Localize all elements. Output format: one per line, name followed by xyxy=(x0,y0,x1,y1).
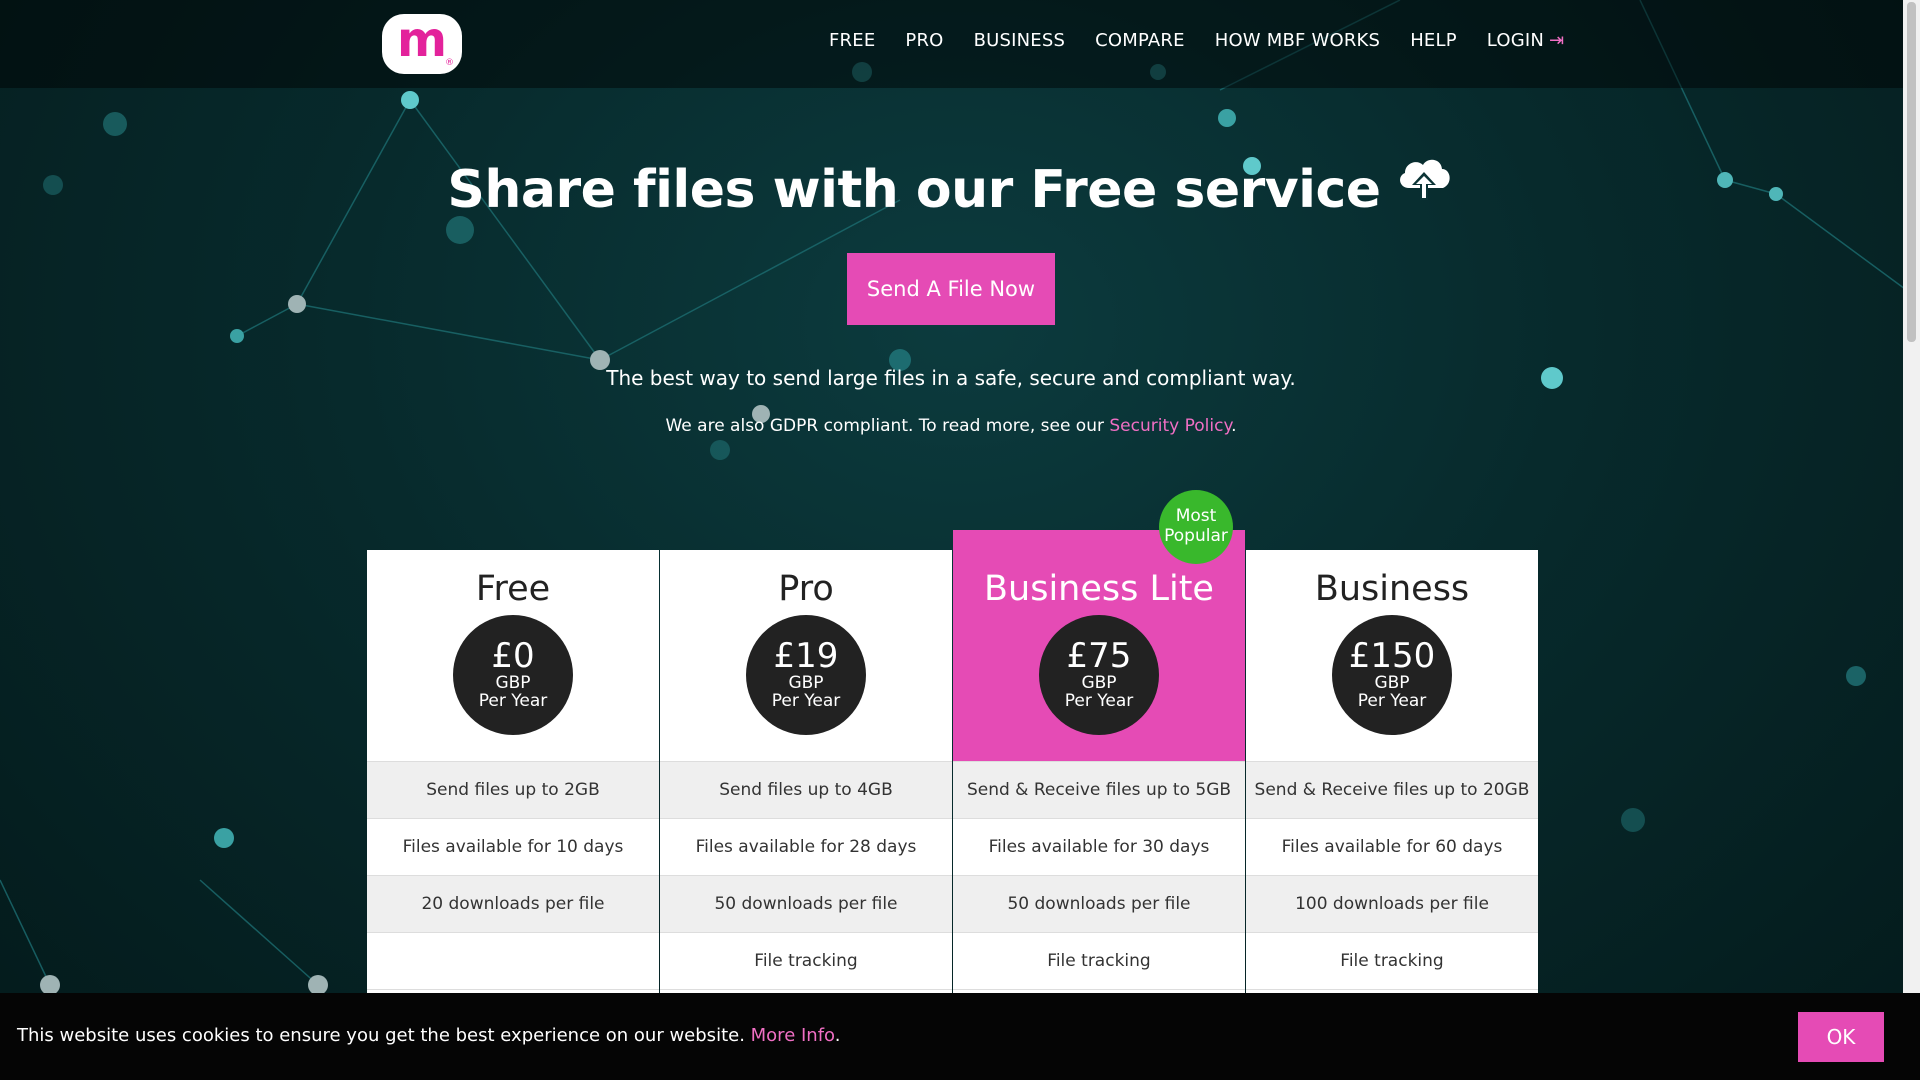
plan-period: Per Year xyxy=(1357,690,1427,711)
plan-feature: File tracking xyxy=(1246,933,1538,990)
plan-price: £75 xyxy=(1066,636,1132,677)
plan-feature: 50 downloads per file xyxy=(953,876,1245,933)
scrollbar-thumb[interactable] xyxy=(1907,2,1916,342)
login-label: LOGIN xyxy=(1486,30,1545,51)
price-circle: £150 GBP Per Year xyxy=(1332,615,1452,735)
pricing-table: Most Popular Free £0 GBP Per Year Send f… xyxy=(367,490,1538,1010)
plan-period: Per Year xyxy=(1064,690,1134,711)
cookie-suffix: . xyxy=(834,1025,841,1046)
logo-letter: m xyxy=(396,12,447,68)
security-policy-link[interactable]: Security Policy xyxy=(1109,416,1231,436)
nav-item-pro[interactable]: PRO xyxy=(905,30,943,51)
tagline: The best way to send large files in a sa… xyxy=(606,366,1296,390)
plan-feature: Files available for 10 days xyxy=(367,819,659,876)
nav-item-compare[interactable]: COMPARE xyxy=(1095,30,1185,51)
cookie-message: This website uses cookies to ensure you … xyxy=(17,1025,840,1046)
most-popular-badge: Most Popular xyxy=(1159,490,1233,564)
plan-price: £0 xyxy=(491,636,535,677)
main-nav: FREE PRO BUSINESS COMPARE HOW MBF WORKS … xyxy=(829,30,1564,51)
plan-price: £19 xyxy=(773,636,839,677)
plan-header: Business £150 GBP Per Year xyxy=(1246,550,1538,762)
plan-header: Free £0 GBP Per Year xyxy=(367,550,659,762)
plan-header: Business Lite £75 GBP Per Year xyxy=(953,530,1245,762)
nav-item-business[interactable]: BUSINESS xyxy=(974,30,1066,51)
page-scrollbar[interactable] xyxy=(1903,0,1920,993)
plan-feature: 100 downloads per file xyxy=(1246,876,1538,933)
plan-feature xyxy=(367,933,659,990)
plan-name: Free xyxy=(475,569,551,609)
plan-card-business[interactable]: Business £150 GBP Per Year Send & Receiv… xyxy=(1246,550,1538,1010)
more-info-link[interactable]: More Info xyxy=(751,1025,835,1046)
nav-item-help[interactable]: HELP xyxy=(1410,30,1457,51)
hero-heading: Share files with our Free service xyxy=(0,159,1900,220)
cookie-ok-button[interactable]: OK xyxy=(1798,1012,1884,1062)
cookie-text: This website uses cookies to ensure you … xyxy=(17,1025,751,1046)
badge-line-2: Popular xyxy=(1164,526,1228,546)
cookie-banner: This website uses cookies to ensure you … xyxy=(0,993,1920,1080)
site-header: m ® FREE PRO BUSINESS COMPARE HOW MBF WO… xyxy=(0,0,1920,88)
logo[interactable]: m ® xyxy=(382,14,462,74)
plan-feature: Send files up to 4GB xyxy=(660,762,952,819)
price-circle: £0 GBP Per Year xyxy=(453,615,573,735)
gdpr-text: We are also GDPR compliant. To read more… xyxy=(665,416,1110,436)
nav-login-link[interactable]: LOGIN ⇥ xyxy=(1487,30,1565,51)
plan-feature: File tracking xyxy=(953,933,1245,990)
gdpr-notice: We are also GDPR compliant. To read more… xyxy=(0,416,1902,436)
cloud-upload-icon xyxy=(1395,154,1453,219)
plan-feature: Files available for 60 days xyxy=(1246,819,1538,876)
plan-header: Pro £19 GBP Per Year xyxy=(660,550,952,762)
plan-period: Per Year xyxy=(478,690,548,711)
badge-line-1: Most xyxy=(1175,506,1217,527)
price-circle: £75 GBP Per Year xyxy=(1039,615,1159,735)
plan-feature: File tracking xyxy=(660,933,952,990)
plan-card-pro[interactable]: Pro £19 GBP Per Year Send files up to 4G… xyxy=(660,550,952,1010)
plan-name: Pro xyxy=(778,569,834,609)
login-icon: ⇥ xyxy=(1549,30,1565,51)
plan-feature: Send files up to 2GB xyxy=(367,762,659,819)
plan-feature: Files available for 30 days xyxy=(953,819,1245,876)
plan-card-business-lite[interactable]: Business Lite £75 GBP Per Year Send & Re… xyxy=(953,530,1245,1010)
plan-name: Business xyxy=(1314,569,1470,609)
gdpr-suffix: . xyxy=(1231,416,1237,436)
price-circle: £19 GBP Per Year xyxy=(746,615,866,735)
plan-price: £150 xyxy=(1348,636,1436,677)
plan-feature: Files available for 28 days xyxy=(660,819,952,876)
nav-item-how-mbf-works[interactable]: HOW MBF WORKS xyxy=(1215,30,1380,51)
plan-feature: 50 downloads per file xyxy=(660,876,952,933)
logo-registered-mark: ® xyxy=(445,58,454,68)
hero-title-text: Share files with our Free service xyxy=(447,160,1381,220)
plan-feature: 20 downloads per file xyxy=(367,876,659,933)
plan-card-free[interactable]: Free £0 GBP Per Year Send files up to 2G… xyxy=(367,550,659,1010)
send-file-button[interactable]: Send A File Now xyxy=(847,253,1055,325)
nav-item-free[interactable]: FREE xyxy=(829,30,875,51)
plan-period: Per Year xyxy=(771,690,841,711)
plan-feature: Send & Receive files up to 20GB xyxy=(1246,762,1538,819)
plan-feature: Send & Receive files up to 5GB xyxy=(953,762,1245,819)
